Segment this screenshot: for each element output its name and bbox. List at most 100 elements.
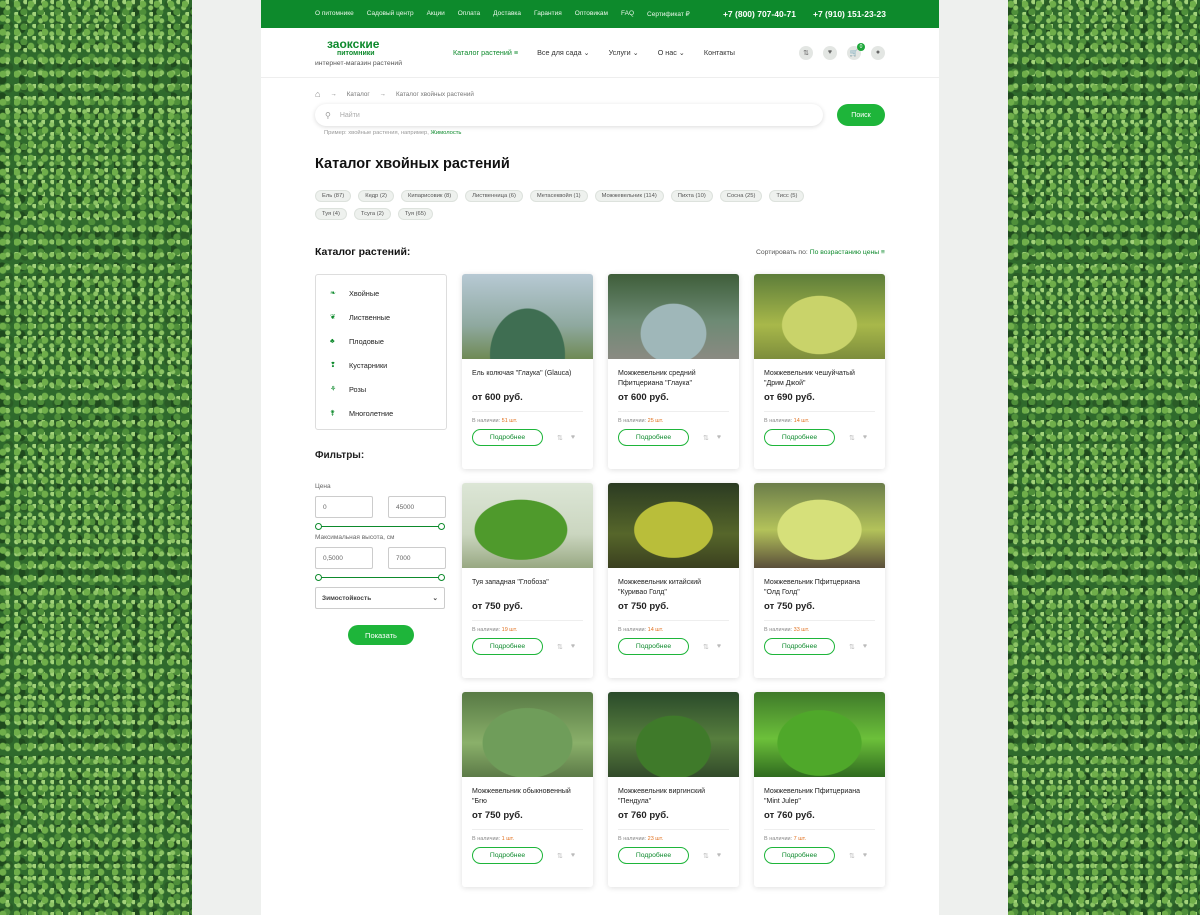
sort-control[interactable]: Сортировать по: По возрастанию цены ≡ xyxy=(756,249,885,256)
top-link[interactable]: Доставка xyxy=(493,10,521,18)
heart-icon[interactable]: ♥ xyxy=(717,643,721,651)
show-button[interactable]: Показать xyxy=(348,625,414,645)
heart-icon[interactable]: ♥ xyxy=(863,852,867,860)
slider-handle-max[interactable] xyxy=(438,522,445,530)
tag[interactable]: Тсуга (2) xyxy=(353,208,391,220)
top-link[interactable]: Оплата xyxy=(458,10,480,18)
category-item-roses[interactable]: ⚘ Розы xyxy=(316,377,446,401)
details-button[interactable]: Подробнее xyxy=(472,429,543,446)
top-link[interactable]: Оптовикам xyxy=(575,10,608,18)
nav-contacts[interactable]: Контакты xyxy=(704,48,735,57)
price-max-input[interactable]: 45000 xyxy=(388,496,446,518)
product-name[interactable]: Можжевельник чешуйчатый "Дрим Джой" xyxy=(754,359,885,389)
product-card[interactable]: Можжевельник китайский "Куривао Голд" от… xyxy=(608,483,739,678)
product-name[interactable]: Можжевельник средний Пфитцериана "Глаука… xyxy=(608,359,739,389)
compare-icon[interactable]: ⇅ xyxy=(703,434,709,442)
compare-icon[interactable]: ⇅ xyxy=(849,434,855,442)
height-max-input[interactable]: 7000 xyxy=(388,547,446,569)
heart-icon[interactable]: ♥ xyxy=(823,45,837,60)
product-image[interactable] xyxy=(608,274,739,359)
product-name[interactable]: Туя западная "Глобоза" xyxy=(462,568,593,598)
top-link[interactable]: Акции xyxy=(427,10,445,18)
details-button[interactable]: Подробнее xyxy=(764,638,835,655)
product-name[interactable]: Можжевельник виргинский "Пендула" xyxy=(608,777,739,807)
compare-icon[interactable]: ⇅ xyxy=(703,852,709,860)
compare-icon[interactable]: ⇅ xyxy=(703,643,709,651)
category-item-perennials[interactable]: ⚵ Многолетние xyxy=(316,401,446,425)
tag[interactable]: Можжевельник (114) xyxy=(594,190,664,202)
category-item-conifers[interactable]: ❧ Хвойные xyxy=(316,281,446,305)
details-button[interactable]: Подробнее xyxy=(764,429,835,446)
tag[interactable]: Кипарисовик (8) xyxy=(400,190,459,202)
sort-value[interactable]: По возрастанию цены ≡ xyxy=(810,249,885,256)
product-image[interactable] xyxy=(754,692,885,777)
price-min-input[interactable]: 0 xyxy=(315,496,373,518)
tag[interactable]: Тисс (5) xyxy=(769,190,805,202)
heart-icon[interactable]: ♥ xyxy=(717,852,721,860)
search-hint-link[interactable]: Жимолость xyxy=(431,130,462,136)
product-card[interactable]: Можжевельник средний Пфитцериана "Глаука… xyxy=(608,274,739,469)
details-button[interactable]: Подробнее xyxy=(764,847,835,864)
slider-handle-max[interactable] xyxy=(438,573,445,581)
product-card[interactable]: Туя западная "Глобоза" от 750 руб. В нал… xyxy=(462,483,593,678)
top-link[interactable]: Сертификат ₽ xyxy=(647,10,690,18)
product-image[interactable] xyxy=(462,692,593,777)
user-icon[interactable]: ● xyxy=(871,45,885,60)
tag[interactable]: Туя (65) xyxy=(397,208,433,220)
heart-icon[interactable]: ♥ xyxy=(571,852,575,860)
phone-2[interactable]: +7 (910) 151-23-23 xyxy=(813,9,886,19)
product-name[interactable]: Можжевельник Пфитцериана "Mint Julep" xyxy=(754,777,885,807)
slider-handle-min[interactable] xyxy=(315,573,322,581)
heart-icon[interactable]: ♥ xyxy=(571,434,575,442)
breadcrumb-item[interactable]: Каталог xyxy=(347,91,370,98)
product-name[interactable]: Можжевельник Пфитцериана "Олд Голд" xyxy=(754,568,885,598)
search-input[interactable]: ⚲ Найти xyxy=(315,104,823,126)
price-slider[interactable] xyxy=(315,522,445,530)
product-image[interactable] xyxy=(754,274,885,359)
tag[interactable]: Ель (87) xyxy=(315,190,352,202)
product-image[interactable] xyxy=(608,483,739,568)
product-card[interactable]: Можжевельник Пфитцериана "Олд Голд" от 7… xyxy=(754,483,885,678)
compare-icon[interactable]: ⇅ xyxy=(557,852,563,860)
search-button[interactable]: Поиск xyxy=(837,104,885,126)
details-button[interactable]: Подробнее xyxy=(618,638,689,655)
tag[interactable]: Пихта (10) xyxy=(670,190,713,202)
compare-icon[interactable]: ⇅ xyxy=(557,434,563,442)
product-name[interactable]: Можжевельник китайский "Куривао Голд" xyxy=(608,568,739,598)
product-card[interactable]: Можжевельник обыкновенный "Бгю от 750 ру… xyxy=(462,692,593,887)
details-button[interactable]: Подробнее xyxy=(618,429,689,446)
nav-services[interactable]: Услуги ⌄ xyxy=(609,48,639,57)
heart-icon[interactable]: ♥ xyxy=(863,434,867,442)
heart-icon[interactable]: ♥ xyxy=(863,643,867,651)
hardiness-select[interactable]: Зимостойкость ⌄ xyxy=(315,587,445,609)
details-button[interactable]: Подробнее xyxy=(472,638,543,655)
heart-icon[interactable]: ♥ xyxy=(717,434,721,442)
product-name[interactable]: Можжевельник обыкновенный "Бгю xyxy=(462,777,593,807)
product-image[interactable] xyxy=(754,483,885,568)
top-link[interactable]: FAQ xyxy=(621,10,634,18)
product-card[interactable]: Ель колючая "Глаука" (Glauca) от 600 руб… xyxy=(462,274,593,469)
category-item-fruit[interactable]: ♣ Плодовые xyxy=(316,329,446,353)
compare-icon[interactable]: ⇅ xyxy=(849,852,855,860)
slider-handle-min[interactable] xyxy=(315,522,322,530)
compare-icon[interactable]: ⇅ xyxy=(557,643,563,651)
product-image[interactable] xyxy=(608,692,739,777)
phone-1[interactable]: +7 (800) 707-40-71 xyxy=(723,9,796,19)
nav-catalog[interactable]: Каталог растений ≡ xyxy=(453,48,518,57)
product-image[interactable] xyxy=(462,274,593,359)
height-min-input[interactable]: 0,5000 xyxy=(315,547,373,569)
nav-garden[interactable]: Все для сада ⌄ xyxy=(537,48,589,57)
top-link[interactable]: Садовый центр xyxy=(367,10,414,18)
tag[interactable]: Кедр (2) xyxy=(358,190,394,202)
category-item-shrubs[interactable]: ❢ Кустарники xyxy=(316,353,446,377)
product-name[interactable]: Ель колючая "Глаука" (Glauca) xyxy=(462,359,593,389)
product-card[interactable]: Можжевельник Пфитцериана "Mint Julep" от… xyxy=(754,692,885,887)
product-card[interactable]: Можжевельник чешуйчатый "Дрим Джой" от 6… xyxy=(754,274,885,469)
tag[interactable]: Метасеквойя (1) xyxy=(529,190,588,202)
details-button[interactable]: Подробнее xyxy=(472,847,543,864)
tag[interactable]: Сосна (25) xyxy=(719,190,763,202)
compare-icon[interactable]: ⇅ xyxy=(799,45,813,60)
top-link[interactable]: О питомнике xyxy=(315,10,354,18)
details-button[interactable]: Подробнее xyxy=(618,847,689,864)
height-slider[interactable] xyxy=(315,573,445,581)
